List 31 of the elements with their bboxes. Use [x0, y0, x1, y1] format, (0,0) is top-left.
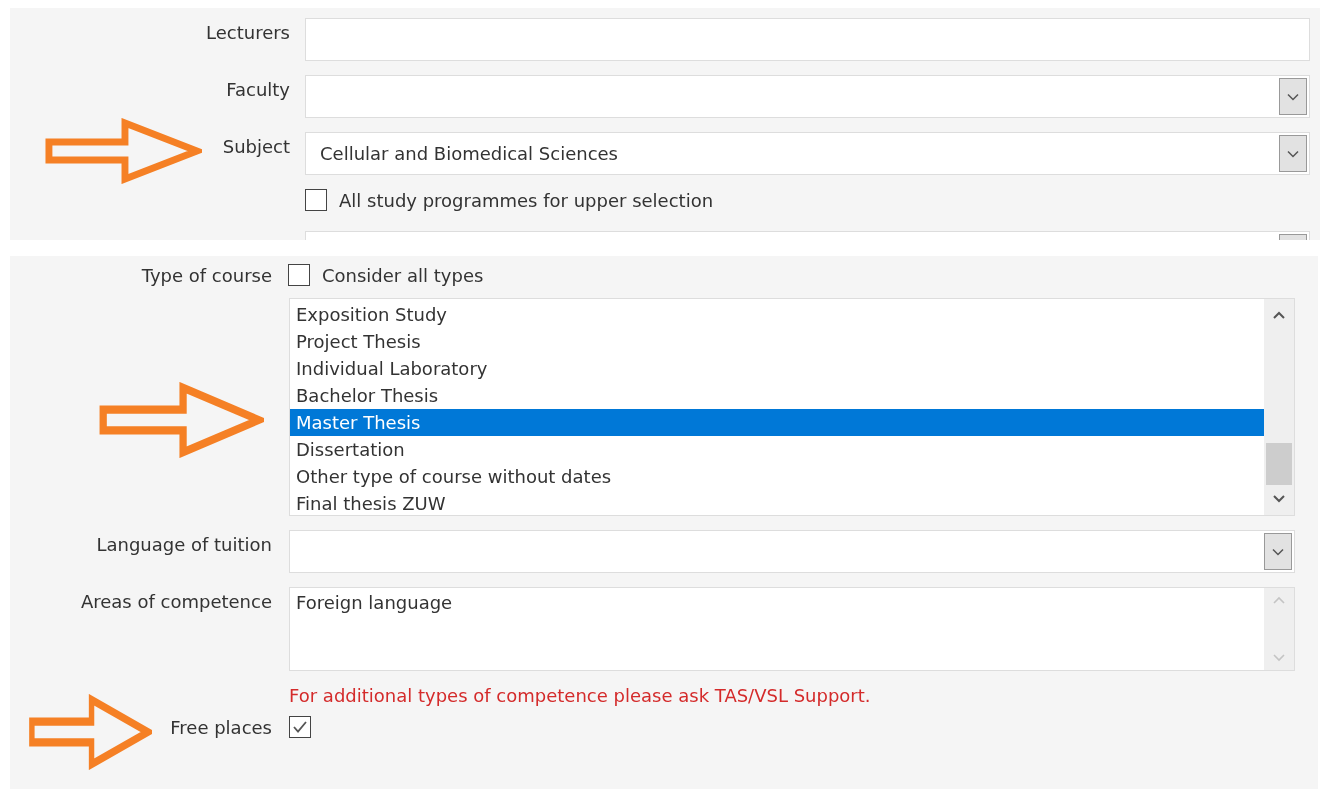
checkbox[interactable] [288, 264, 310, 286]
list-item[interactable]: Master Thesis [290, 409, 1264, 436]
list-item[interactable]: Project Thesis [290, 328, 1264, 355]
field-label: Language of tuition [95, 533, 272, 555]
checkbox[interactable] [305, 189, 327, 211]
text-field[interactable] [305, 18, 1310, 61]
list-item[interactable]: Individual Laboratory [290, 355, 1264, 382]
field-label: Type of course [140, 264, 272, 286]
list-box[interactable]: Exposition Study Project Thesis Individual Laboratory Bachelor Thesis Master Thesis Dissertation Other type of course without dates Final thesis ZUW [289, 298, 1295, 516]
select-field[interactable]: Cellular and Biomedical Sciences [305, 132, 1310, 175]
field-label: Areas of competence [79, 590, 272, 612]
list-item[interactable]: Dissertation [290, 436, 1264, 463]
list-item[interactable]: Bachelor Thesis [290, 382, 1264, 409]
list-item[interactable]: Exposition Study [290, 301, 1264, 328]
dropdown-button[interactable] [1279, 135, 1307, 172]
field-label: Free places [169, 716, 272, 738]
select-field[interactable] [289, 530, 1295, 573]
hint-text: For additional types of competence please ask TAS/VSL Support. [289, 685, 871, 706]
select-field[interactable] [305, 75, 1310, 118]
field-label: Subject [221, 135, 290, 157]
dropdown-button[interactable] [1279, 78, 1307, 115]
checkbox[interactable] [289, 716, 311, 738]
list-item[interactable]: Final thesis ZUW [290, 490, 1264, 517]
field-label: Lecturers [205, 21, 290, 43]
dropdown-button[interactable] [1264, 533, 1292, 570]
field-label: Faculty [225, 78, 290, 100]
scrollbar[interactable] [1264, 299, 1294, 515]
checkbox-label: All study programmes for upper selection [339, 189, 714, 211]
scroll-thumb[interactable] [1266, 443, 1292, 485]
list-item[interactable]: Other type of course without dates [290, 463, 1264, 490]
checkbox-label: Consider all types [322, 264, 484, 286]
